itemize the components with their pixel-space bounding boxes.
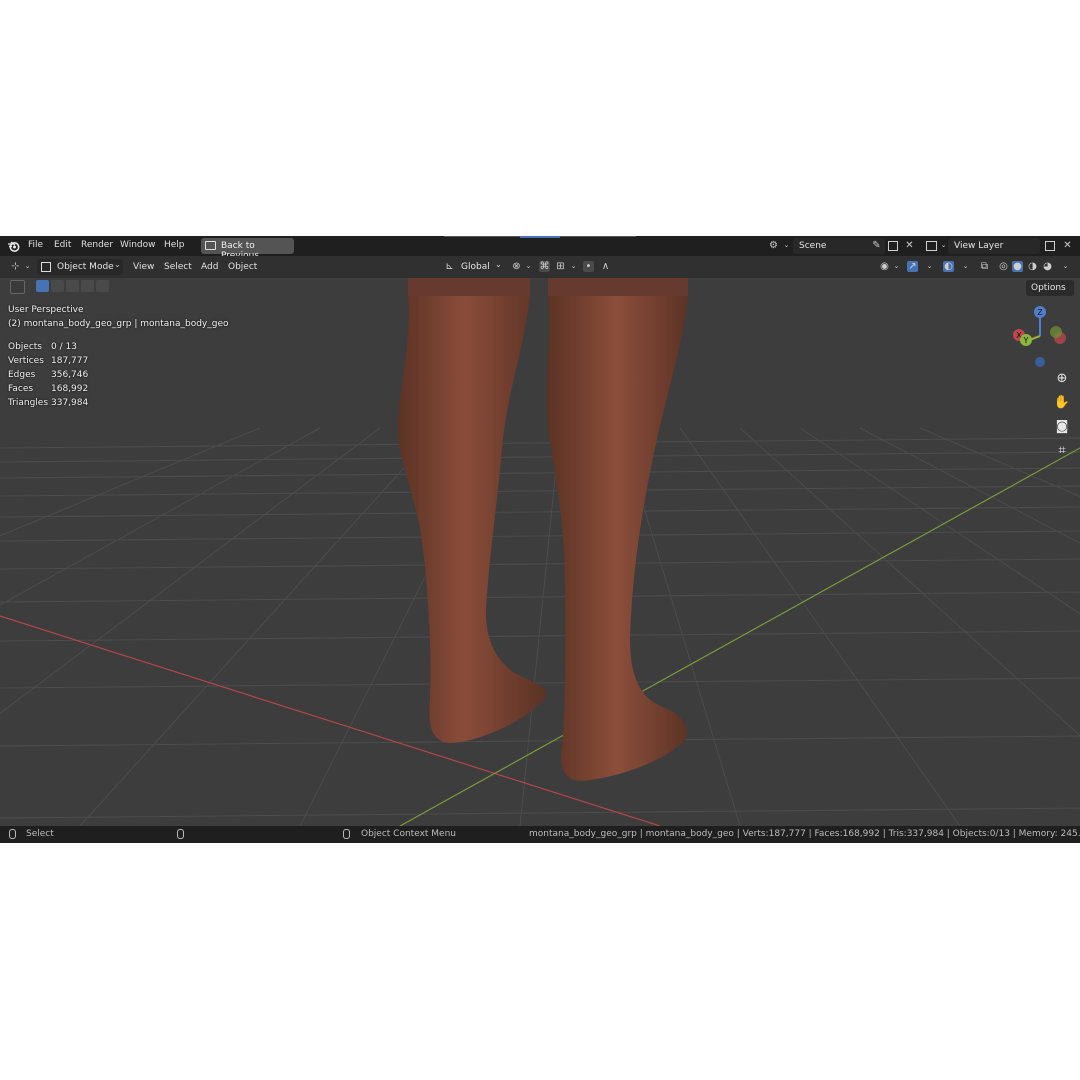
- scene-name-label: Scene: [799, 241, 827, 251]
- stat-vertices-value: 187,777: [51, 356, 89, 366]
- proportional-falloff-icon[interactable]: ∧: [600, 261, 611, 272]
- xray-toggle-icon[interactable]: ⧉: [979, 261, 990, 272]
- close-view-layer-icon[interactable]: ✕: [1062, 240, 1073, 251]
- top-menu-bar: File Edit Render Window Help Back to Pre…: [0, 236, 1080, 261]
- material-preview-icon[interactable]: ◑: [1027, 261, 1038, 272]
- chevron-down-icon[interactable]: ⌄: [568, 261, 579, 272]
- status-scene-info: montana_body_geo_grp | montana_body_geo …: [529, 829, 1080, 839]
- object-path-label: (2) montana_body_geo_grp | montana_body_…: [8, 319, 229, 329]
- header-menu-select[interactable]: Select: [164, 262, 192, 272]
- options-label: Options: [1031, 283, 1066, 293]
- mouse-middle-icon: [177, 829, 184, 839]
- gizmo-toggle-icon[interactable]: ↗: [907, 261, 918, 272]
- proportional-editing-icon[interactable]: •: [583, 261, 594, 272]
- solid-shading-icon[interactable]: ●: [1012, 261, 1023, 272]
- chevron-down-icon[interactable]: ⌄: [924, 261, 935, 272]
- menu-window[interactable]: Window: [120, 240, 156, 250]
- viewport-scene: [0, 278, 1080, 826]
- 3d-viewport[interactable]: User Perspective (2) montana_body_geo_gr…: [0, 278, 1080, 826]
- chevron-down-icon[interactable]: ⌄: [22, 261, 33, 272]
- header-menu-add[interactable]: Add: [201, 262, 218, 272]
- overlays-toggle-icon[interactable]: ◐: [943, 261, 954, 272]
- options-dropdown[interactable]: Options: [1026, 280, 1074, 296]
- select-extend-icon[interactable]: [51, 280, 64, 292]
- menu-render[interactable]: Render: [81, 240, 113, 250]
- snap-toggle-icon[interactable]: ⌘: [539, 261, 550, 272]
- y-axis-line: [399, 447, 1080, 826]
- close-scene-icon[interactable]: ✕: [904, 240, 915, 251]
- stat-edges-value: 356,746: [51, 370, 89, 380]
- status-context-menu-hint: Object Context Menu: [361, 829, 457, 839]
- perspective-label: User Perspective: [8, 305, 84, 315]
- perspective-toggle-icon[interactable]: ⌗: [1052, 441, 1072, 461]
- active-workspace-indicator: [520, 236, 560, 238]
- view-layer-icon[interactable]: [926, 241, 937, 251]
- menu-edit[interactable]: Edit: [54, 240, 71, 250]
- chevron-down-icon[interactable]: ⌄: [781, 240, 792, 251]
- select-invert-icon[interactable]: [81, 280, 94, 292]
- stat-triangles-value: 337,984: [51, 398, 89, 408]
- transform-orientation-label: Global: [461, 262, 490, 272]
- header-menu-object[interactable]: Object: [228, 262, 257, 272]
- camera-view-icon[interactable]: ◙: [1052, 417, 1072, 437]
- chevron-down-icon: ⌄: [114, 260, 121, 269]
- menu-file[interactable]: File: [28, 240, 43, 250]
- stat-edges-label: Edges: [8, 370, 36, 380]
- chevron-down-icon[interactable]: ⌄: [1060, 261, 1071, 272]
- mode-dropdown[interactable]: Object Mode ⌄: [37, 259, 123, 275]
- status-bar: Select Object Context Menu montana_body_…: [0, 826, 1080, 843]
- blender-window: File Edit Render Window Help Back to Pre…: [0, 236, 1080, 843]
- new-scene-icon[interactable]: [888, 241, 898, 251]
- transform-orientation-dropdown[interactable]: Global ⌄: [457, 259, 505, 275]
- back-screen-icon: [205, 241, 216, 250]
- wireframe-shading-icon[interactable]: ◎: [998, 261, 1009, 272]
- gizmo-neg-z-axis: [1035, 357, 1045, 367]
- select-subtract-icon[interactable]: [66, 280, 79, 292]
- status-select-hint: Select: [26, 829, 54, 839]
- blender-logo-icon[interactable]: [7, 240, 20, 252]
- gizmo-y-label: Y: [1023, 336, 1029, 345]
- viewport-header: ⊹ ⌄ Object Mode ⌄ View Select Add Object…: [0, 256, 1080, 278]
- scene-icon[interactable]: ⚙: [768, 240, 779, 251]
- mouse-left-icon: [9, 829, 16, 839]
- stat-vertices-label: Vertices: [8, 356, 44, 366]
- stat-triangles-label: Triangles: [8, 398, 49, 408]
- new-view-layer-icon[interactable]: [1045, 241, 1055, 251]
- chevron-down-icon[interactable]: ⌄: [891, 261, 902, 272]
- tool-select-icon[interactable]: [10, 280, 25, 294]
- snap-target-icon[interactable]: ⊞: [555, 261, 566, 272]
- chevron-down-icon[interactable]: ⌄: [960, 261, 971, 272]
- transform-orientation-icon[interactable]: ⊾: [444, 261, 455, 272]
- zoom-magnifier-icon[interactable]: ⊕: [1052, 369, 1072, 389]
- stat-objects-label: Objects: [8, 342, 43, 352]
- rendered-shading-icon[interactable]: ◕: [1042, 261, 1053, 272]
- object-mode-icon: [41, 262, 51, 272]
- floor-grid: [0, 427, 1080, 826]
- pan-hand-icon[interactable]: ✋: [1052, 393, 1072, 413]
- menu-help[interactable]: Help: [164, 240, 185, 250]
- chevron-down-icon[interactable]: ⌄: [523, 261, 534, 272]
- mouse-right-icon: [343, 829, 350, 839]
- gizmo-z-label: Z: [1037, 308, 1043, 317]
- back-to-previous-button[interactable]: Back to Previous: [201, 238, 294, 261]
- x-axis-line: [0, 615, 661, 826]
- stat-objects-value: 0 / 13: [51, 342, 77, 352]
- select-new-icon[interactable]: [36, 280, 49, 292]
- navigation-gizmo[interactable]: Z X Y: [1006, 300, 1070, 372]
- right-leg-mesh: [546, 278, 688, 781]
- mode-label: Object Mode: [57, 262, 114, 272]
- select-intersect-icon[interactable]: [96, 280, 109, 292]
- visibility-eye-icon[interactable]: ◉: [879, 261, 890, 272]
- chevron-down-icon: ⌄: [495, 260, 502, 269]
- view-layer-label: View Layer: [954, 241, 1004, 251]
- editor-type-icon[interactable]: ⊹: [10, 261, 21, 272]
- stat-faces-value: 168,992: [51, 384, 89, 394]
- header-menu-view[interactable]: View: [133, 262, 154, 272]
- stat-faces-label: Faces: [8, 384, 34, 394]
- pivot-point-icon[interactable]: ⊗: [511, 261, 522, 272]
- left-leg-mesh: [398, 278, 547, 743]
- gizmo-neg-y-axis: [1050, 326, 1062, 338]
- pin-icon[interactable]: ✎: [871, 240, 882, 251]
- view-layer-field[interactable]: View Layer: [948, 238, 1040, 254]
